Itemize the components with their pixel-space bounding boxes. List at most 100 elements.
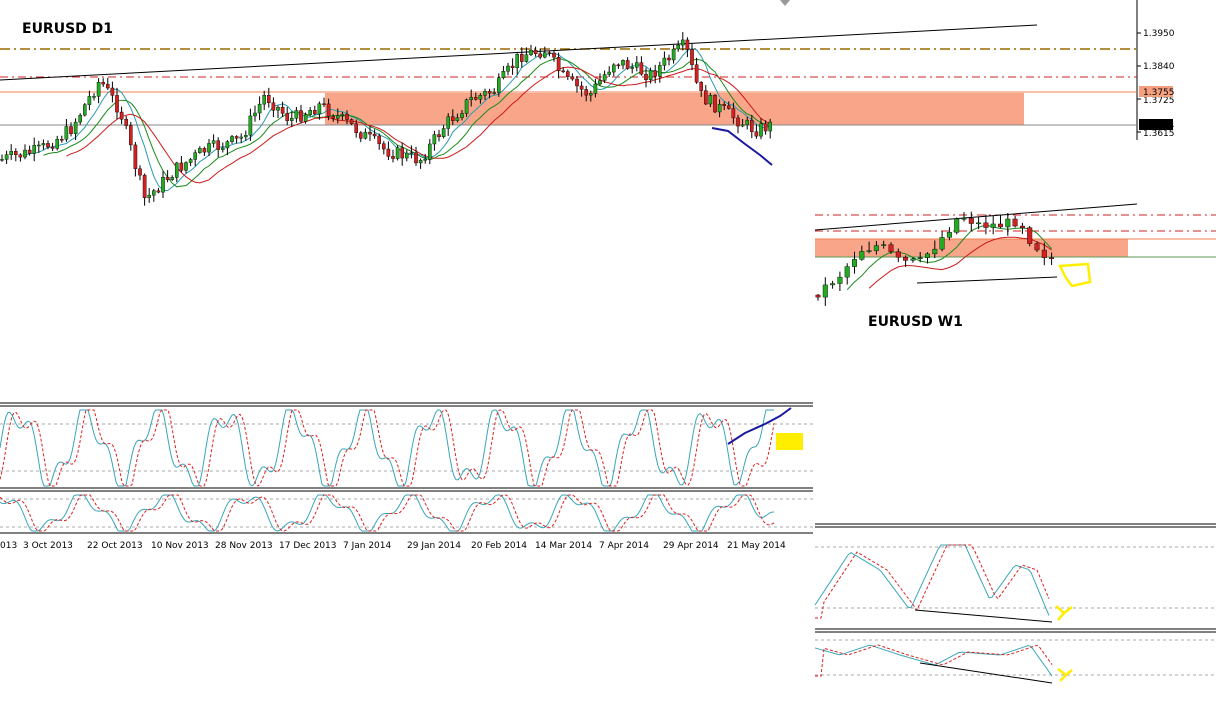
candle-body <box>954 218 960 233</box>
candle-body <box>968 218 974 224</box>
candle-body <box>257 103 262 114</box>
candle-body <box>612 64 616 73</box>
candle-body <box>423 158 428 161</box>
d1-y-tick: 1.3950 <box>1143 29 1175 39</box>
candle-body <box>1012 218 1018 227</box>
candle-body <box>681 39 685 46</box>
candle-body <box>740 124 745 127</box>
candle-body <box>23 149 27 158</box>
d1-stochastic-panel-2 <box>0 487 813 534</box>
candle-body <box>184 162 188 171</box>
candle-body <box>524 54 529 62</box>
candle-body <box>699 82 703 91</box>
w1-price-panel: EURUSD W1 <box>814 203 1216 330</box>
d1-y-tick: 1.3840 <box>1143 62 1175 72</box>
candle-body <box>822 284 828 298</box>
candle-body <box>483 91 487 96</box>
candle-body <box>174 162 179 178</box>
candle-body <box>722 104 726 107</box>
candle-body <box>262 95 267 105</box>
d1-supply-zone <box>325 93 1024 125</box>
candle-body <box>432 134 437 145</box>
w1-trendline <box>814 203 1138 231</box>
candle-body <box>895 251 901 258</box>
candle-body <box>299 110 303 122</box>
w1-stoch1-divergence-line <box>914 609 1053 623</box>
d1-x-tick: 21 May 2014 <box>727 541 786 551</box>
candle-body <box>280 106 285 114</box>
candle-body <box>983 222 989 228</box>
candle-body <box>460 113 464 118</box>
candle-body <box>529 49 533 55</box>
candle-body <box>653 70 657 77</box>
candle-body <box>207 143 211 153</box>
candle-body <box>852 259 858 267</box>
d1-current-price-tag-text: 1.3644 <box>1143 121 1175 131</box>
candle-body <box>55 138 59 149</box>
candle-body <box>4 154 9 160</box>
candle-body <box>400 147 405 159</box>
candle-body <box>336 115 340 119</box>
candle-body <box>704 90 708 105</box>
candle-body <box>322 103 326 105</box>
candle-body <box>37 144 41 147</box>
d1-x-tick: 29 Jan 2014 <box>407 541 461 551</box>
w1-stoch2-main-line <box>814 644 1053 677</box>
candle-body <box>345 113 349 120</box>
candle-body <box>736 117 740 127</box>
candle-body <box>170 177 175 180</box>
candle-body <box>368 131 372 135</box>
candle-body <box>1019 225 1025 228</box>
candle-body <box>267 95 271 104</box>
candle-body <box>1027 227 1033 244</box>
candle-body <box>60 138 64 141</box>
candle-body <box>506 65 510 72</box>
candle-body <box>717 104 722 113</box>
candle-body <box>147 194 152 198</box>
candle-body <box>990 223 996 228</box>
candle-body <box>46 143 50 148</box>
candle-body <box>82 104 87 116</box>
chart-canvas: EURUSD D1 1.3950 1.3840 1.3725 1.3615 1.… <box>0 0 1216 684</box>
candle-body <box>667 57 671 61</box>
candle-body <box>501 71 506 78</box>
candle-body <box>101 82 105 85</box>
candle-body <box>73 121 78 134</box>
w1-title: EURUSD W1 <box>868 314 963 330</box>
candle-body <box>570 76 575 80</box>
candle-body <box>197 148 202 153</box>
candle-body <box>428 143 432 160</box>
candle-body <box>561 70 565 73</box>
d1-stochastic-panel-1 <box>0 402 813 487</box>
candle-body <box>648 70 653 81</box>
candle-body <box>510 65 515 68</box>
candle-body <box>27 149 32 154</box>
candle-body <box>602 74 607 81</box>
candle-body <box>363 131 368 139</box>
candle-body <box>313 110 317 115</box>
candle-body <box>464 99 469 114</box>
candle-body <box>276 106 280 111</box>
d1-x-tick: 28 Nov 2013 <box>215 541 273 551</box>
d1-top-marker <box>780 0 790 6</box>
candle-body <box>124 119 128 126</box>
candle-body <box>138 168 142 176</box>
candle-body <box>837 276 843 284</box>
candle-body <box>230 136 234 142</box>
w1-support-trendline <box>916 276 1058 284</box>
candle-body <box>13 151 18 156</box>
candle-body <box>630 67 634 69</box>
candle-body <box>225 141 230 149</box>
candle-body <box>474 97 478 100</box>
candle-body <box>556 57 561 72</box>
d1-y-axis: 1.3950 1.3840 1.3725 1.3615 1.3755 1.364… <box>1137 29 1175 139</box>
d1-stoch1-signal-line <box>0 409 775 487</box>
candle-body <box>487 91 492 94</box>
candle-body <box>731 108 736 119</box>
candle-body <box>64 126 69 140</box>
candle-body <box>1041 249 1047 258</box>
candle-body <box>354 123 359 134</box>
w1-stochastic-panel-2 <box>814 628 1216 684</box>
d1-x-tick: 14 Mar 2014 <box>535 541 592 551</box>
candle-body <box>110 87 115 96</box>
